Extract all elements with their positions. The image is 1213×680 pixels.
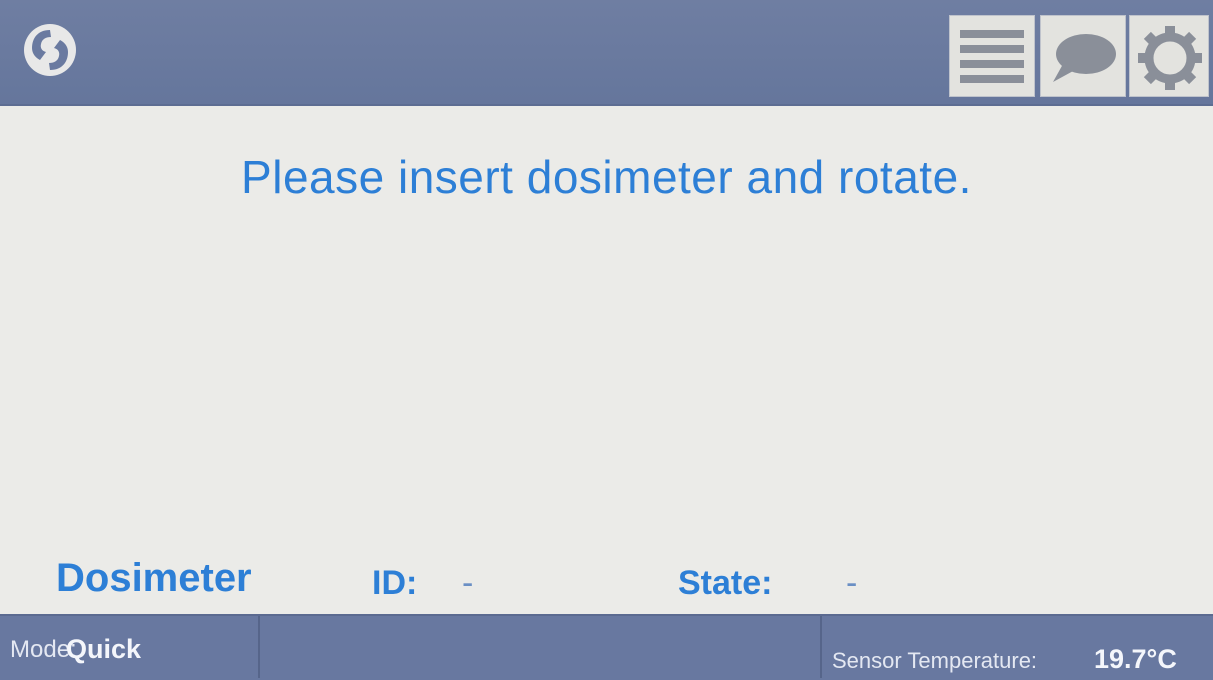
dosimeter-label: Dosimeter [56,556,252,600]
status-bar: Mode: Quick Sensor Temperature: 19.7°C [0,614,1213,680]
header-bar [0,0,1213,106]
list-icon [960,30,1024,83]
temperature-segment: Sensor Temperature: 19.7°C [822,616,1213,678]
device-screen: Please insert dosimeter and rotate. Dosi… [0,0,1213,680]
settings-button[interactable] [1129,15,1209,97]
mode-segment[interactable]: Mode: Quick [0,616,260,678]
sensor-temperature-value: 19.7°C [1094,644,1177,674]
instruction-message: Please insert dosimeter and rotate. [241,151,972,203]
id-label: ID: [372,564,418,602]
state-label: State: [678,564,773,602]
app-logo-icon [24,24,76,76]
status-message-segment [260,616,822,678]
main-panel: Please insert dosimeter and rotate. Dosi… [0,106,1213,614]
mode-value: Quick [66,634,142,664]
id-value: - [462,564,474,602]
dosimeter-info-row: Dosimeter ID: - State: - [56,556,1206,612]
speech-bubble-icon [1053,34,1116,82]
messages-button[interactable] [1040,15,1126,97]
gear-icon [1138,26,1202,90]
state-value: - [846,564,858,602]
menu-button[interactable] [949,15,1035,97]
sensor-temperature-label: Sensor Temperature: [832,648,1038,673]
